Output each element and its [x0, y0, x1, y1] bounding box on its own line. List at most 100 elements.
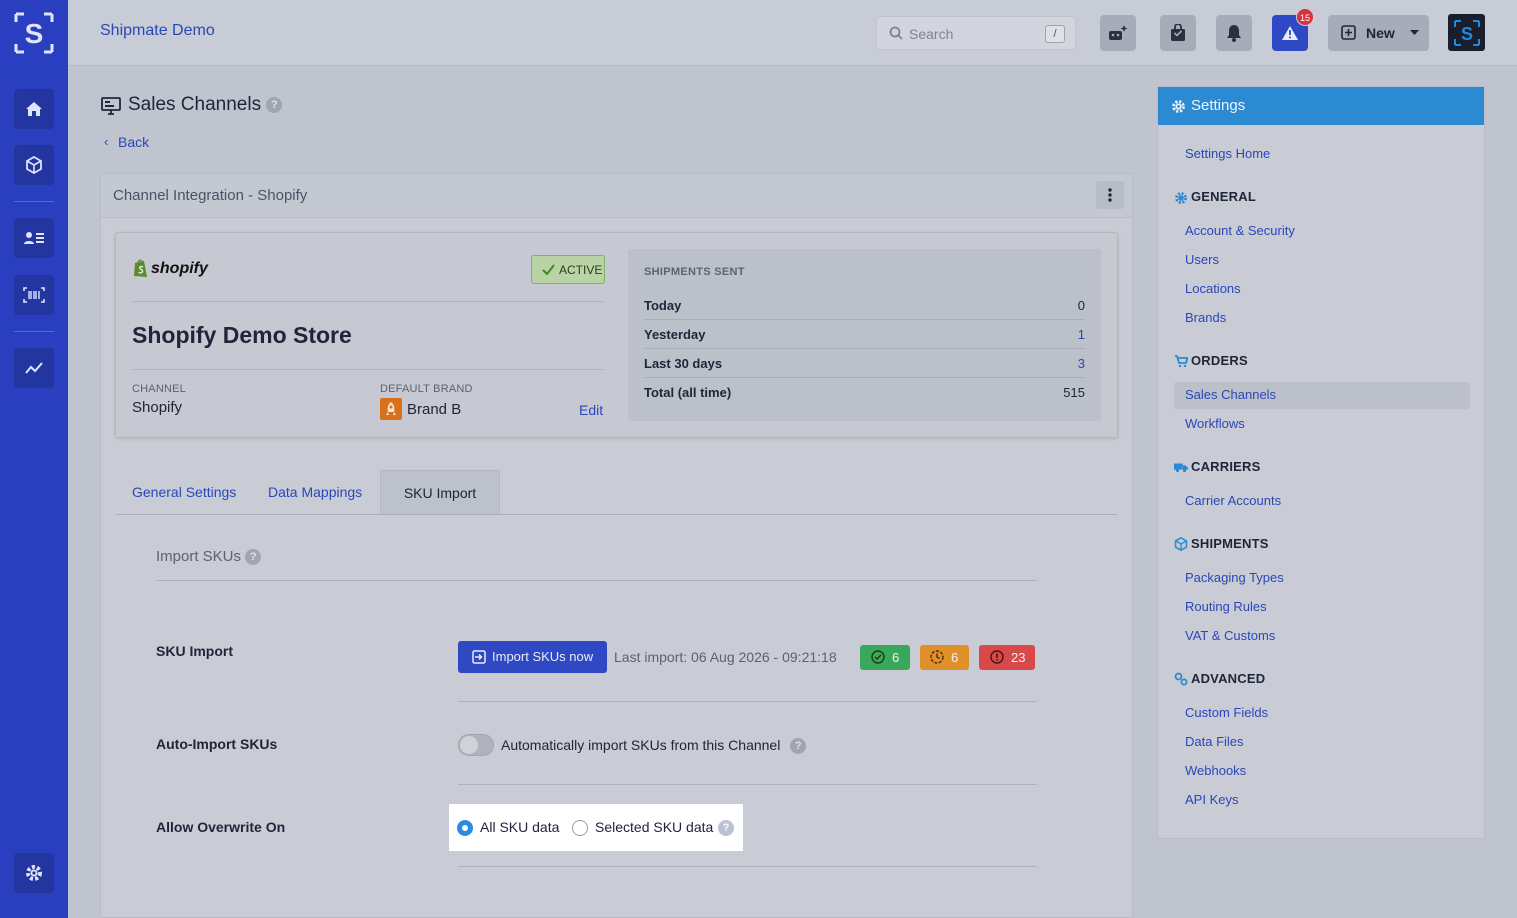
import-icon: [472, 650, 486, 664]
import-skus-button[interactable]: Import SKUs now: [458, 641, 607, 673]
divider: [132, 301, 604, 302]
stats-label: Today: [644, 298, 682, 313]
alerts-button[interactable]: 15: [1272, 8, 1314, 51]
chevron-left-icon: ‹: [104, 134, 109, 149]
page-title-text: Sales Channels: [128, 94, 262, 115]
settings-link-vat-customs[interactable]: VAT & Customs: [1185, 628, 1275, 643]
card-title: Channel Integration - Shopify: [113, 187, 308, 204]
new-button[interactable]: New: [1328, 15, 1429, 51]
error-count-badge[interactable]: 23: [979, 645, 1035, 670]
settings-gear-icon[interactable]: [14, 853, 54, 893]
brand-rocket-icon: [380, 398, 402, 420]
back-label: Back: [118, 134, 150, 150]
ai-assist-button[interactable]: [1100, 15, 1136, 51]
settings-title: Settings: [1191, 97, 1246, 114]
pending-count-badge[interactable]: 6: [920, 645, 969, 670]
settings-link-routing-rules[interactable]: Routing Rules: [1185, 599, 1267, 614]
settings-link-carrier-accounts[interactable]: Carrier Accounts: [1185, 493, 1281, 508]
settings-link-brands[interactable]: Brands: [1185, 310, 1226, 325]
radio-all-label[interactable]: All SKU data: [480, 819, 559, 835]
analytics-icon[interactable]: [14, 348, 54, 388]
plus-square-icon: [1341, 25, 1356, 40]
alert-count-badge: 15: [1296, 8, 1314, 26]
settings-home-link[interactable]: Settings Home: [1185, 146, 1270, 161]
settings-link-custom-fields[interactable]: Custom Fields: [1185, 705, 1268, 720]
home-icon[interactable]: [14, 89, 54, 129]
default-brand-label: DEFAULT BRAND: [380, 383, 473, 395]
bell-icon[interactable]: [1216, 15, 1252, 51]
help-icon[interactable]: ?: [266, 96, 283, 113]
settings-link-sales-channels[interactable]: Sales Channels: [1185, 387, 1276, 402]
import-button-label: Import SKUs now: [492, 649, 594, 664]
channel-value: Shopify: [132, 399, 183, 416]
contacts-icon[interactable]: [14, 218, 54, 258]
barcode-icon[interactable]: [14, 275, 54, 315]
stats-value: 515: [1063, 385, 1085, 400]
error-circle-icon: [990, 650, 1004, 664]
rail-divider: [14, 201, 54, 202]
settings-header: Settings: [1158, 87, 1484, 125]
clock-icon: [930, 650, 944, 664]
app-name[interactable]: Shipmate Demo: [100, 22, 215, 40]
divider: [458, 784, 1037, 785]
package-icon: [1174, 537, 1188, 551]
radio-selected-sku-data[interactable]: [572, 820, 588, 836]
section-title-text: Import SKUs: [156, 548, 242, 565]
settings-link-webhooks[interactable]: Webhooks: [1185, 763, 1246, 778]
logo-icon[interactable]: S: [14, 12, 54, 54]
settings-link-packaging-types[interactable]: Packaging Types: [1185, 570, 1284, 585]
help-icon[interactable]: ?: [790, 738, 807, 755]
package-icon[interactable]: [14, 145, 54, 185]
stats-row: Last 30 days 3: [644, 349, 1085, 378]
settings-link-users[interactable]: Users: [1185, 252, 1219, 267]
section-title: Import SKUs ?: [156, 548, 262, 566]
stats-label: Yesterday: [644, 327, 706, 342]
stats-label: Last 30 days: [644, 356, 723, 371]
help-icon[interactable]: ?: [245, 549, 262, 566]
check-circle-icon: [871, 650, 885, 664]
radio-selected-label[interactable]: Selected SKU data: [595, 819, 713, 835]
back-link[interactable]: ‹ Back: [104, 134, 150, 150]
stats-value-link[interactable]: 3: [1078, 356, 1085, 371]
stats-value: 0: [1077, 298, 1085, 313]
search-input[interactable]: Search /: [876, 16, 1076, 50]
settings-link-locations[interactable]: Locations: [1185, 281, 1241, 296]
settings-panel: Settings Settings Home GENERAL Account &…: [1157, 86, 1485, 839]
settings-link-api-keys[interactable]: API Keys: [1185, 792, 1238, 807]
settings-link-account-security[interactable]: Account & Security: [1185, 223, 1295, 238]
settings-link-data-files[interactable]: Data Files: [1185, 734, 1244, 749]
edit-brand-link[interactable]: Edit: [579, 402, 603, 418]
settings-group-carriers: CARRIERS: [1191, 459, 1261, 474]
more-options-icon[interactable]: [1096, 181, 1124, 209]
channel-label: CHANNEL: [132, 383, 186, 395]
auto-import-toggle[interactable]: [458, 734, 494, 756]
tab-data-mappings[interactable]: Data Mappings: [268, 470, 362, 514]
card-header: Channel Integration - Shopify: [101, 174, 1132, 218]
search-shortcut: /: [1045, 25, 1065, 43]
tab-general-settings[interactable]: General Settings: [132, 470, 236, 514]
gear-icon: [1175, 192, 1187, 204]
truck-icon: [1174, 463, 1188, 473]
tab-sku-import[interactable]: SKU Import: [380, 470, 500, 514]
settings-group-shipments: SHIPMENTS: [1191, 536, 1269, 551]
sales-channel-icon: [101, 97, 121, 115]
cogs-icon: [1174, 672, 1188, 686]
last-import-text: Last import: 06 Aug 2026 - 09:21:18: [614, 649, 837, 665]
success-count: 6: [892, 650, 900, 665]
account-avatar[interactable]: S: [1448, 14, 1485, 51]
help-icon[interactable]: ?: [718, 820, 734, 836]
auto-import-text: Automatically import SKUs from this Chan…: [501, 737, 781, 753]
page-title: Sales Channels ?: [128, 94, 283, 116]
error-count: 23: [1011, 650, 1026, 665]
auto-import-text-wrap: Automatically import SKUs from this Chan…: [501, 737, 807, 755]
bag-icon[interactable]: [1160, 15, 1196, 51]
radio-all-sku-data[interactable]: [457, 820, 473, 836]
settings-group-advanced: ADVANCED: [1191, 671, 1266, 686]
stats-value-link[interactable]: 1: [1078, 327, 1085, 342]
settings-link-workflows[interactable]: Workflows: [1185, 416, 1245, 431]
warning-icon: [1282, 26, 1298, 40]
stats-row: Yesterday 1: [644, 320, 1085, 349]
success-count-badge[interactable]: 6: [860, 645, 910, 670]
divider: [458, 866, 1037, 867]
top-header: Shipmate Demo Search / 15 New S: [68, 0, 1517, 66]
